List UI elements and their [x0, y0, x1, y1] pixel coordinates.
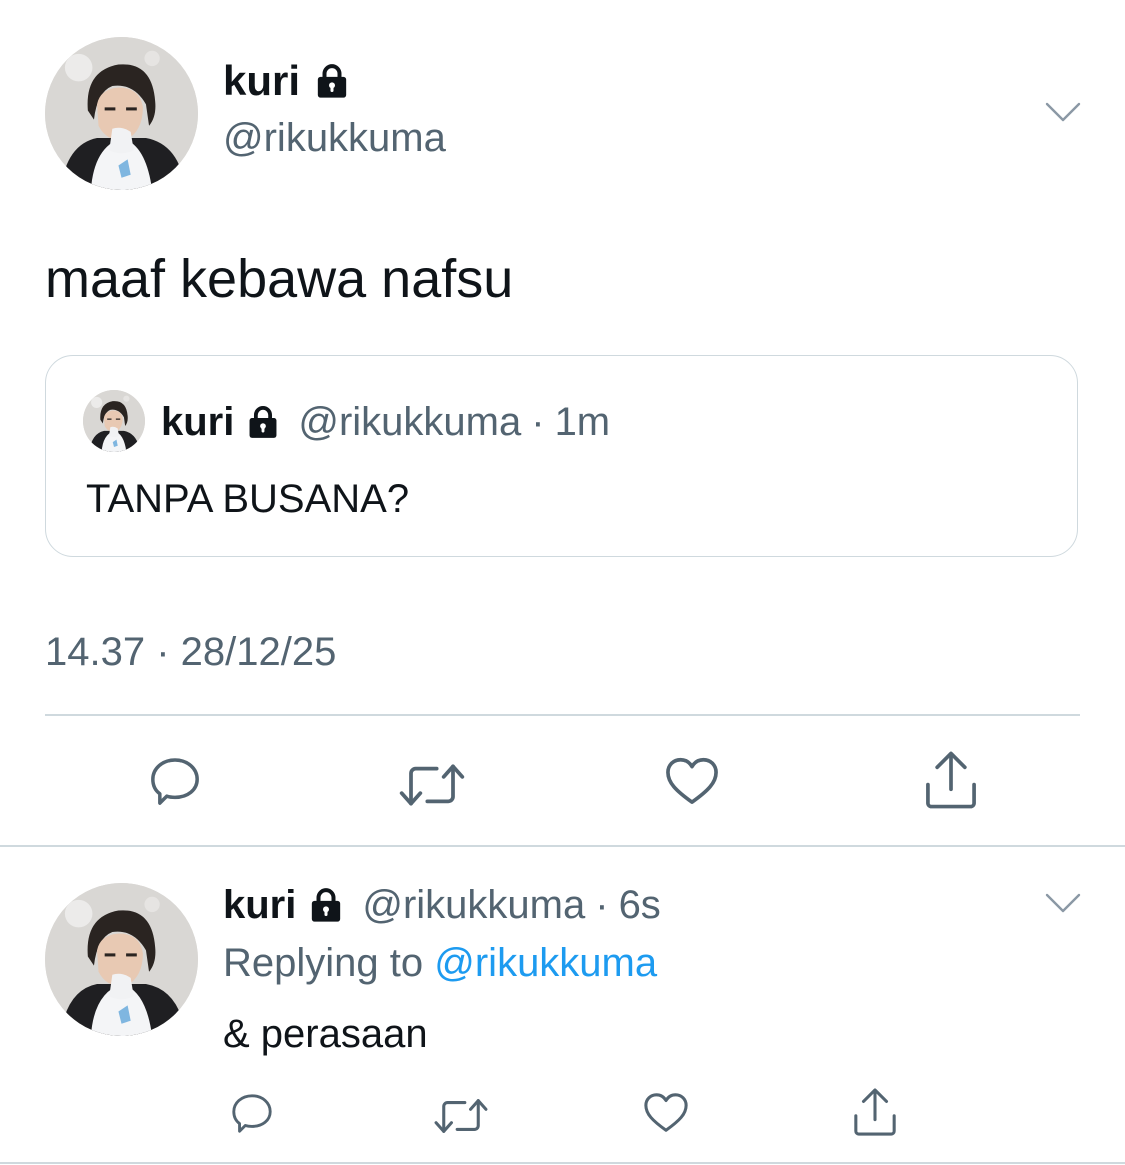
lock-icon: [306, 885, 346, 925]
heart-icon: [641, 1090, 691, 1136]
lock-icon: [312, 61, 352, 101]
share-button[interactable]: [852, 1087, 898, 1137]
main-tweet-author: kuri: [223, 60, 352, 102]
separator-dot: ·: [531, 400, 545, 444]
reply-avatar[interactable]: [45, 883, 198, 1036]
replying-to: Replying to @rikukkuma: [223, 943, 657, 983]
display-name[interactable]: kuri: [223, 60, 300, 102]
replying-to-link[interactable]: @rikukkuma: [434, 941, 657, 985]
reply-display-name[interactable]: kuri: [223, 885, 296, 925]
quoted-username: @rikukkuma: [298, 400, 522, 444]
chevron-down-icon[interactable]: [1045, 101, 1081, 123]
reply-icon: [229, 1090, 275, 1136]
share-icon: [922, 750, 980, 810]
reply-icon: [147, 753, 203, 809]
lock-icon: [244, 403, 282, 441]
quoted-tweet[interactable]: kuri @rikukkuma · 1m TANPA BUSANA?: [45, 355, 1078, 557]
reply-button[interactable]: [147, 753, 203, 809]
profile-photo: [83, 390, 145, 452]
share-button[interactable]: [922, 750, 980, 810]
separator-dot: ·: [595, 883, 609, 927]
reply-timestamp[interactable]: 6s: [619, 885, 661, 925]
heart-icon: [662, 754, 722, 809]
tweet-timestamp[interactable]: 14.37 · 28/12/25: [45, 632, 336, 672]
share-icon: [852, 1087, 898, 1137]
reply-tweet-text: & perasaan: [223, 1012, 428, 1056]
reply-username[interactable]: @rikukkuma: [362, 885, 585, 925]
profile-photo: [45, 883, 198, 1036]
quoted-timestamp: 1m: [554, 400, 611, 444]
retweet-icon: [432, 1093, 490, 1139]
reply-button[interactable]: [229, 1090, 275, 1136]
tweet-thread: kuri @rikukkuma maaf kebawa nafsu kuri @…: [0, 0, 1125, 1165]
like-button[interactable]: [641, 1090, 691, 1136]
divider: [0, 845, 1125, 847]
quoted-tweet-text: TANPA BUSANA?: [86, 477, 410, 521]
retweet-button[interactable]: [432, 1093, 490, 1139]
chevron-down-icon[interactable]: [1045, 892, 1081, 914]
profile-photo: [45, 37, 198, 190]
reply-tweet-header: kuri @rikukkuma · 6s: [223, 885, 661, 925]
divider: [0, 1162, 1125, 1164]
replying-to-label: Replying to: [223, 941, 424, 985]
avatar[interactable]: [45, 37, 198, 190]
quoted-display-name: kuri: [161, 400, 235, 444]
like-button[interactable]: [662, 754, 722, 809]
quoted-avatar: [83, 390, 145, 452]
quoted-tweet-header: kuri @rikukkuma · 1m: [161, 402, 610, 442]
retweet-icon: [396, 757, 468, 813]
retweet-button[interactable]: [396, 757, 468, 813]
tweet-text: maaf kebawa nafsu: [45, 249, 514, 309]
divider: [45, 714, 1080, 716]
username[interactable]: @rikukkuma: [223, 118, 446, 158]
